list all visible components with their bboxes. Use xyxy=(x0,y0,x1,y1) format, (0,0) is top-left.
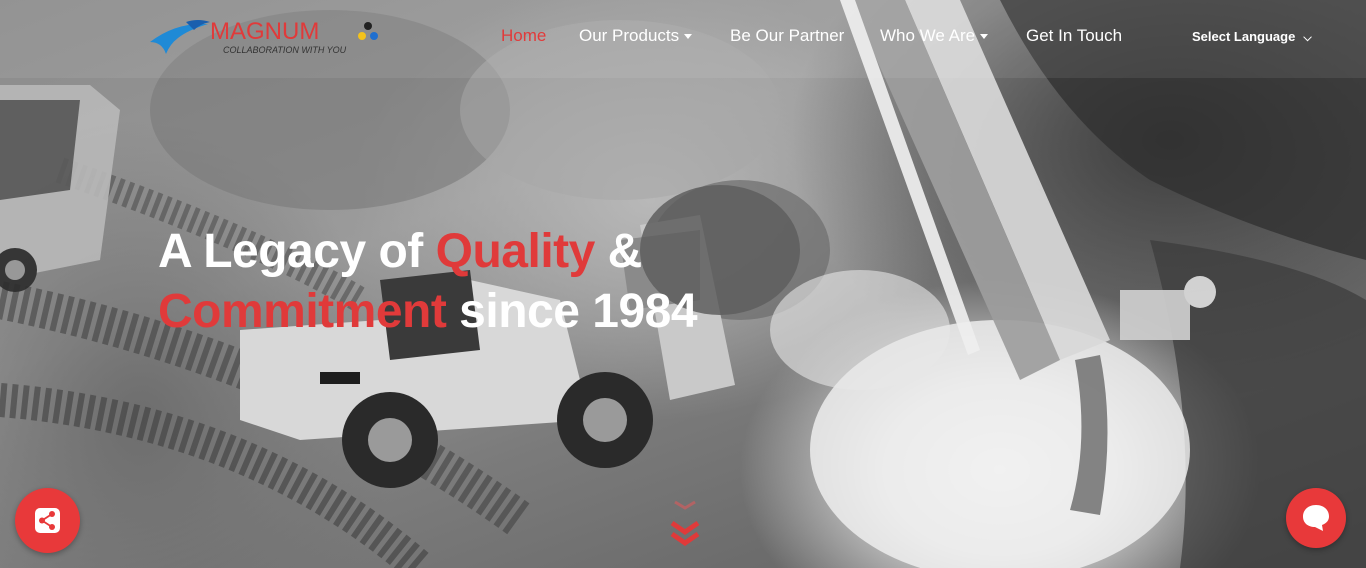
chat-icon xyxy=(1303,505,1329,531)
caret-down-icon xyxy=(684,34,693,40)
dump-truck xyxy=(0,85,120,292)
headline-part: since 1984 xyxy=(446,285,698,338)
chevron-down-icon: ⌵ xyxy=(1303,32,1312,44)
nav-item-our-products[interactable]: Our Products xyxy=(579,26,693,46)
nav-item-get-in-touch-label: Get In Touch xyxy=(1026,26,1123,45)
chat-button[interactable] xyxy=(1286,488,1346,548)
nav-item-get-in-touch[interactable]: Get In Touch xyxy=(1026,26,1122,46)
headline-part: A Legacy of xyxy=(158,225,436,278)
language-select-label: Select Language xyxy=(1192,29,1296,44)
nav-item-home-label: Home xyxy=(501,26,547,45)
hero-section: MAGNUM COLLABORATION WITH YOU Home Our P… xyxy=(0,0,1366,568)
share-button[interactable] xyxy=(15,488,80,553)
brand-tagline: COLLABORATION WITH YOU xyxy=(223,45,347,55)
nav-item-home[interactable]: Home xyxy=(501,26,546,46)
share-icon xyxy=(35,508,60,533)
nav-item-be-our-partner-label: Be Our Partner xyxy=(730,26,845,45)
double-chevron-down-icon xyxy=(670,500,700,547)
hero-headline: A Legacy of Quality & Commitment since 1… xyxy=(158,222,758,342)
caret-down-icon xyxy=(980,34,989,40)
color-dots-icon xyxy=(358,22,378,40)
language-select[interactable]: Select Language ⌵ xyxy=(1192,29,1312,45)
nav-item-be-our-partner[interactable]: Be Our Partner xyxy=(730,26,844,46)
headline-highlight-quality: Quality xyxy=(435,225,596,278)
scroll-down-button[interactable] xyxy=(669,498,701,550)
brand-logo[interactable]: MAGNUM COLLABORATION WITH YOU xyxy=(148,16,383,62)
brand-name: MAGNUM xyxy=(210,18,320,45)
nav-item-who-we-are-label: Who We Are xyxy=(880,26,976,45)
nav-item-who-we-are[interactable]: Who We Are xyxy=(880,26,989,46)
headline-part: & xyxy=(594,225,643,278)
headline-highlight-commitment: Commitment xyxy=(158,285,447,338)
magnum-bird-logo-icon xyxy=(150,20,210,54)
nav-item-our-products-label: Our Products xyxy=(579,26,680,45)
